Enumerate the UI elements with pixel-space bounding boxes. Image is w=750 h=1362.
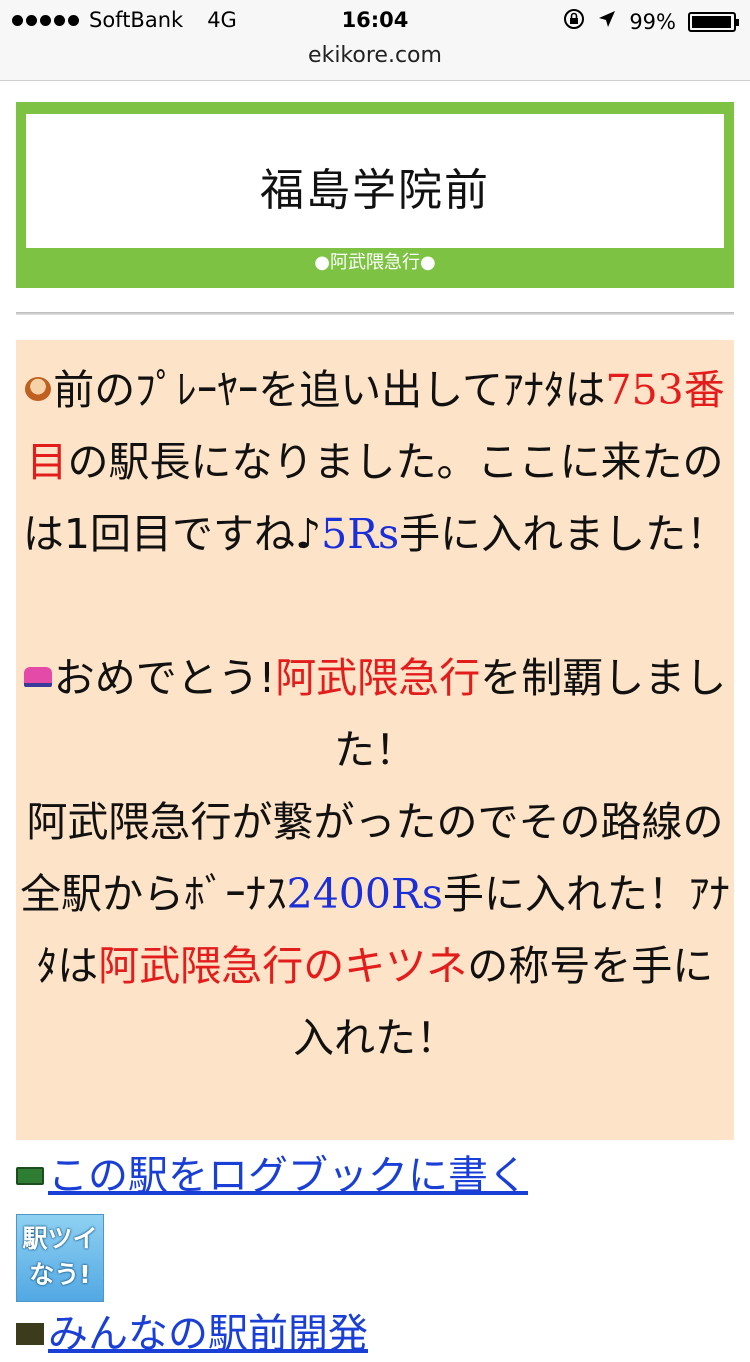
logbook-link-row: この駅をログブックに書く: [16, 1148, 528, 1204]
train-icon: [23, 667, 52, 687]
tweet-button[interactable]: 駅ツイなう!: [16, 1214, 104, 1302]
station-card: 福島学院前 ●阿武隈急行●: [24, 112, 726, 280]
next-link-row: みんなの駅前開発: [16, 1306, 368, 1362]
bonus-amount: 2400Rs: [286, 870, 443, 918]
line-label: ●阿武隈急行●: [26, 248, 724, 278]
earned-title: 阿武隈急行のキツネ: [98, 942, 468, 990]
battery-icon: [688, 11, 739, 32]
completed-line-name: 阿武隈急行: [275, 654, 481, 702]
address-bar[interactable]: ekikore.com: [0, 40, 750, 81]
takeover-message: 前のﾌﾟﾚｰﾔｰを追い出してｱﾅﾀは753番目の駅長になりました。ここに来たのは…: [20, 354, 730, 570]
congrats-text: おめでとう!: [53, 654, 276, 702]
station-header: 福島学院前 ●阿武隈急行●: [16, 102, 734, 288]
status-right: 99%: [563, 8, 739, 35]
completion-message: おめでとう!阿武隈急行を制覇しました！ 阿武隈急行が繋がったのでその路線の全駅から…: [20, 642, 730, 1074]
status-bar: SoftBank 4G 16:04 99%: [0, 0, 750, 40]
reward-amount: 5Rs: [321, 510, 400, 558]
divider: [16, 312, 734, 315]
battery-percent: 99%: [629, 9, 676, 34]
takeover-text: 前のﾌﾟﾚｰﾔｰを追い出してｱﾅﾀは: [53, 366, 606, 414]
rotation-lock-icon: [563, 8, 585, 35]
face-icon: [25, 377, 52, 401]
result-message: 前のﾌﾟﾚｰﾔｰを追い出してｱﾅﾀは753番目の駅長になりました。ここに来たのは…: [16, 340, 734, 1140]
reward-text: 手に入れました！: [399, 510, 728, 558]
development-link[interactable]: みんなの駅前開発: [48, 1306, 368, 1362]
book-icon: [16, 1167, 44, 1185]
station-name: 福島学院前: [260, 165, 490, 216]
logbook-link[interactable]: この駅をログブックに書く: [48, 1148, 528, 1204]
location-arrow-icon: [597, 9, 617, 34]
building-icon: [16, 1323, 44, 1345]
